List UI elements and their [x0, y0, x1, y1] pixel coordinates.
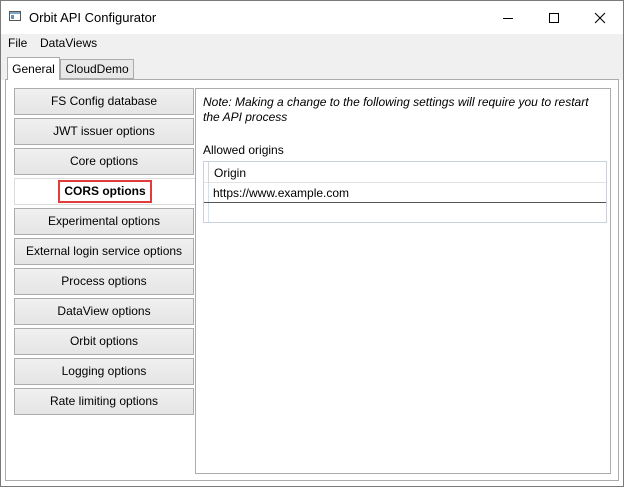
grid-header: Origin [204, 162, 606, 183]
table-row[interactable]: https://www.example.com [204, 183, 606, 203]
minimize-button[interactable] [485, 1, 531, 34]
column-header-origin[interactable]: Origin [214, 166, 246, 180]
close-button[interactable] [577, 1, 623, 34]
settings-panel: Note: Making a change to the following s… [195, 88, 611, 474]
nav-experimental-options[interactable]: Experimental options [14, 208, 194, 235]
nav-fs-config-database[interactable]: FS Config database [14, 88, 194, 115]
tab-general[interactable]: General [7, 57, 60, 80]
origin-cell[interactable]: https://www.example.com [213, 186, 349, 200]
grid-header-separator [208, 162, 209, 183]
tab-strip: General CloudDemo [1, 53, 623, 80]
tab-clouddemo[interactable]: CloudDemo [60, 59, 134, 79]
nav-process-options[interactable]: Process options [14, 268, 194, 295]
allowed-origins-label: Allowed origins [203, 143, 284, 157]
maximize-icon [549, 13, 559, 23]
nav-external-login-service-options[interactable]: External login service options [14, 238, 194, 265]
menu-dataviews[interactable]: DataViews [40, 36, 97, 50]
nav-cors-options-label: CORS options [58, 180, 152, 203]
app-window: Orbit API Configurator File DataViews Ge… [0, 0, 624, 487]
nav-dataview-options[interactable]: DataView options [14, 298, 194, 325]
grid-new-row[interactable] [204, 203, 606, 222]
nav-orbit-options[interactable]: Orbit options [14, 328, 194, 355]
window-app-icon [9, 11, 21, 21]
nav-cors-options[interactable]: CORS options [14, 178, 196, 205]
nav-core-options[interactable]: Core options [14, 148, 194, 175]
maximize-button[interactable] [531, 1, 577, 34]
nav-jwt-issuer-options[interactable]: JWT issuer options [14, 118, 194, 145]
close-icon [594, 12, 606, 24]
allowed-origins-grid[interactable]: Origin https://www.example.com [203, 161, 607, 223]
title-bar[interactable]: Orbit API Configurator [1, 1, 623, 34]
menu-file[interactable]: File [8, 36, 27, 50]
tab-content: FS Config database JWT issuer options Co… [5, 79, 619, 481]
nav-rate-limiting-options[interactable]: Rate limiting options [14, 388, 194, 415]
window-title: Orbit API Configurator [29, 10, 157, 25]
menu-bar: File DataViews [1, 34, 623, 53]
restart-note: Note: Making a change to the following s… [203, 95, 589, 124]
nav-logging-options[interactable]: Logging options [14, 358, 194, 385]
minimize-icon [503, 18, 513, 19]
